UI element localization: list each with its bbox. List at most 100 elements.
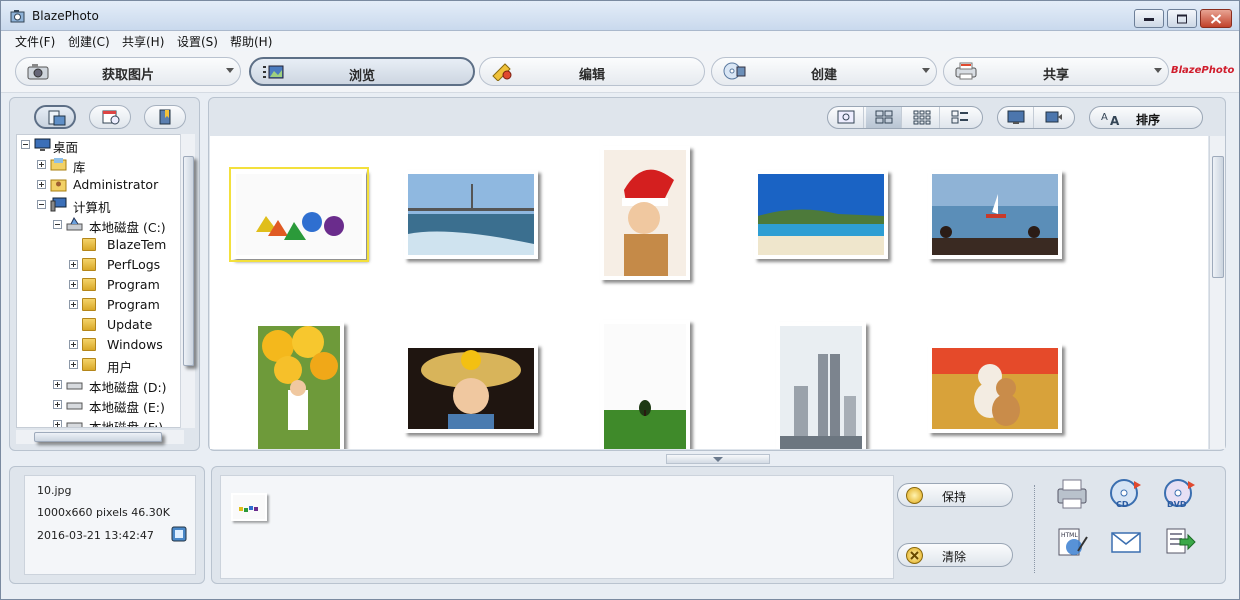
sort-button[interactable]: A A 排序 — [1089, 106, 1203, 129]
file-name: 10.jpg — [37, 484, 72, 497]
tray-thumbnail[interactable] — [231, 493, 267, 521]
tree-vertical-scrollbar[interactable] — [180, 134, 195, 428]
tree-field-image — [604, 324, 686, 449]
menu-file[interactable]: 文件(F) — [15, 33, 55, 50]
expand-icon[interactable] — [69, 300, 78, 309]
expand-icon[interactable] — [69, 340, 78, 349]
burn-cd-icon[interactable]: CD — [1108, 477, 1144, 511]
scroll-thumb[interactable] — [1212, 156, 1224, 278]
menu-create[interactable]: 创建(C) — [68, 33, 110, 50]
folder-panel: 桌面 库 Administrator 计算机 本地磁盘 (C:) BlazeTe… — [9, 97, 200, 451]
single-view-icon — [837, 110, 855, 124]
view-small-grid-button[interactable] — [904, 107, 940, 128]
menu-settings[interactable]: 设置(S) — [177, 33, 218, 50]
expand-icon[interactable] — [37, 180, 46, 189]
folder-icon — [82, 238, 96, 251]
photo-thumbnail[interactable] — [404, 170, 538, 259]
html-page-icon[interactable]: HTML — [1054, 525, 1090, 559]
clear-label: 清除 — [942, 550, 967, 564]
child-santa-hat-photo — [604, 150, 686, 276]
edit-button[interactable]: 编辑 — [479, 57, 705, 86]
email-icon[interactable] — [1108, 525, 1144, 559]
teddy-bears-image — [932, 348, 1058, 429]
print-icon[interactable] — [1054, 477, 1090, 511]
sunflower-hat-photo — [408, 348, 534, 429]
tray-dice-image — [233, 495, 265, 519]
skyscraper-photo — [780, 326, 862, 449]
photo-thumbnail[interactable] — [754, 170, 888, 259]
file-info-panel: 10.jpg 1000x660 pixels 46.30K 2016-03-21… — [9, 466, 205, 584]
photo-thumbnail[interactable] — [229, 167, 369, 262]
user-folder-icon — [50, 179, 67, 192]
keep-button[interactable]: 保持 — [897, 483, 1013, 507]
fullscreen-button[interactable] — [998, 107, 1034, 128]
tree-horizontal-scrollbar[interactable] — [16, 430, 184, 444]
maximize-button[interactable] — [1167, 9, 1197, 28]
display-mode-group — [997, 106, 1075, 129]
close-button[interactable] — [1200, 9, 1232, 28]
photo-thumbnail[interactable] — [928, 344, 1062, 433]
skyscraper-image — [780, 326, 862, 449]
main-toolbar: 获取图片 浏览 编辑 创建 共享 — [1, 51, 1239, 93]
slideshow-button[interactable] — [1036, 107, 1072, 128]
minimize-icon — [1144, 17, 1154, 21]
menu-bar: 文件(F) 创建(C) 共享(H) 设置(S) 帮助(H) — [1, 31, 1239, 51]
child-image — [604, 150, 686, 276]
photo-thumbnail[interactable] — [600, 146, 690, 280]
export-icon[interactable] — [1162, 525, 1198, 559]
view-mode-group — [827, 106, 983, 129]
burn-dvd-icon[interactable]: DVD — [1162, 477, 1198, 511]
view-large-grid-button[interactable] — [866, 107, 902, 128]
photo-tray-panel: 保持 清除 CD DVD HTML — [211, 466, 1226, 584]
app-window: BlazePhoto 文件(F) 创建(C) 共享(H) 设置(S) 帮助(H)… — [0, 0, 1240, 600]
collapse-icon[interactable] — [37, 200, 46, 209]
create-button[interactable]: 创建 — [711, 57, 937, 86]
chevron-down-icon[interactable] — [1154, 68, 1162, 73]
share-button[interactable]: 共享 — [943, 57, 1169, 86]
expand-icon[interactable] — [69, 260, 78, 269]
expand-icon[interactable] — [53, 400, 62, 409]
svg-text:DVD: DVD — [1167, 500, 1187, 509]
collapse-icon[interactable] — [21, 140, 30, 149]
collapse-icon[interactable] — [53, 220, 62, 229]
tab-folders[interactable] — [34, 105, 76, 129]
folder-icon — [82, 258, 96, 271]
clear-button[interactable]: 清除 — [897, 543, 1013, 567]
expand-icon[interactable] — [37, 160, 46, 169]
expand-icon[interactable] — [53, 420, 62, 427]
browse-button[interactable]: 浏览 — [249, 57, 475, 86]
scroll-thumb[interactable] — [34, 432, 162, 442]
view-single-button[interactable] — [828, 107, 864, 128]
tab-calendar[interactable] — [89, 105, 131, 129]
chevron-down-icon[interactable] — [226, 68, 234, 73]
beach-photo — [758, 174, 884, 255]
photo-thumbnail[interactable] — [776, 322, 866, 449]
view-details-button[interactable] — [942, 107, 978, 128]
tab-favorites[interactable] — [144, 105, 186, 129]
photo-thumbnail[interactable] — [404, 344, 538, 433]
divider — [1034, 485, 1035, 573]
bridge-image — [408, 174, 534, 255]
computer-icon — [50, 197, 67, 212]
brand-logo: BlazePhoto — [1171, 65, 1235, 76]
expand-icon[interactable] — [69, 280, 78, 289]
svg-text:CD: CD — [1116, 500, 1129, 509]
photo-thumbnail[interactable] — [600, 320, 690, 449]
scroll-thumb[interactable] — [183, 156, 194, 366]
menu-help[interactable]: 帮助(H) — [230, 33, 272, 50]
app-icon — [10, 10, 25, 23]
thumbnail-vertical-scrollbar[interactable] — [1209, 136, 1225, 449]
get-photos-label: 获取图片 — [101, 68, 154, 83]
expand-icon[interactable] — [53, 380, 62, 389]
sort-label: 排序 — [1136, 113, 1161, 127]
expand-icon[interactable] — [69, 360, 78, 369]
menu-share[interactable]: 共享(H) — [122, 33, 164, 50]
photo-thumbnail[interactable] — [254, 322, 344, 449]
chevron-down-icon[interactable] — [922, 68, 930, 73]
panel-splitter-handle[interactable] — [666, 454, 770, 464]
get-photos-button[interactable]: 获取图片 — [15, 57, 241, 86]
clear-icon — [906, 547, 923, 564]
minimize-button[interactable] — [1134, 9, 1164, 28]
properties-icon[interactable] — [171, 526, 187, 542]
photo-thumbnail[interactable] — [928, 170, 1062, 259]
